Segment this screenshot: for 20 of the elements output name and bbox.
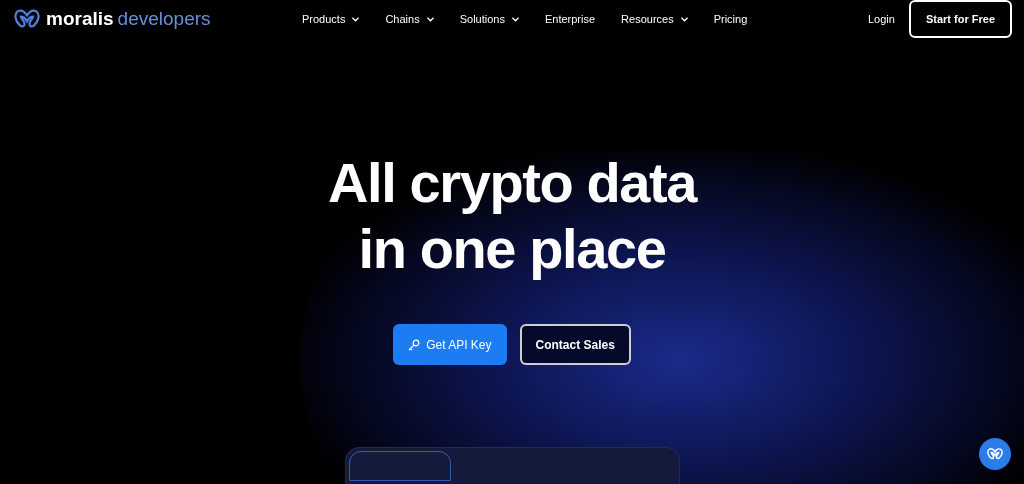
start-free-button[interactable]: Start for Free	[908, 0, 1012, 38]
nav-link[interactable]: Resources	[621, 10, 688, 28]
brand-name: moralis	[46, 6, 114, 31]
hero-heading: All crypto data in one place	[328, 150, 696, 282]
heart-logo-icon	[986, 447, 1004, 461]
nav-link[interactable]: Chains	[385, 10, 434, 28]
heart-logo-icon	[12, 8, 42, 30]
chevron-down-icon	[426, 16, 434, 22]
chevron-down-icon	[352, 16, 360, 22]
chevron-down-icon	[511, 16, 519, 22]
chevron-down-icon	[680, 16, 688, 22]
nav-link[interactable]: Solutions	[459, 10, 519, 28]
nav-link[interactable]: Enterprise	[544, 10, 596, 28]
nav-link[interactable]: Pricing	[713, 10, 748, 28]
get-api-key-button[interactable]: Get API Key	[393, 324, 507, 365]
nav-link[interactable]: Products	[302, 10, 360, 28]
brand-suffix: developers	[117, 6, 211, 31]
key-icon	[408, 338, 421, 351]
contact-sales-button[interactable]: Contact Sales	[519, 324, 631, 365]
login-link[interactable]: Login	[868, 10, 895, 28]
